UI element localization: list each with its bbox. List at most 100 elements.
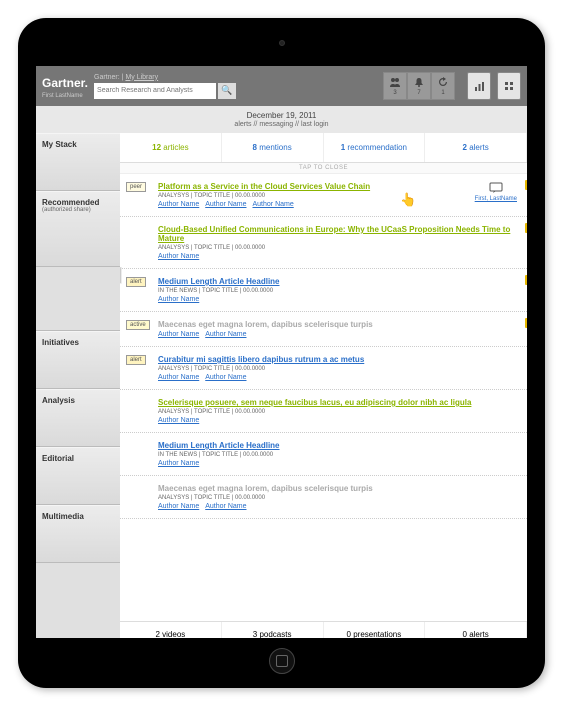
- date-links[interactable]: alerts // messaging // last login: [36, 121, 527, 128]
- author-link[interactable]: Author Name: [253, 201, 294, 208]
- home-button[interactable]: [269, 648, 295, 674]
- brand-block: Gartner. First LastName: [42, 74, 88, 99]
- sidebar-sub: (authorized share): [42, 207, 114, 213]
- tab-recommendation[interactable]: 1 recommendation: [324, 133, 426, 162]
- sidebar: My StackRecommended(authorized share)Ini…: [36, 133, 120, 638]
- refresh-icon: [438, 77, 448, 90]
- article-meta: ANALYSYS | TOPIC TITLE | 00.00.0000: [158, 366, 513, 372]
- sidebar-item-editorial[interactable]: Editorial: [36, 447, 120, 505]
- article-item: Cloud-Based Unified Communications in Eu…: [120, 217, 527, 269]
- article-title[interactable]: Cloud-Based Unified Communications in Eu…: [158, 225, 513, 243]
- sidebar-label: Analysis: [42, 396, 75, 405]
- author-link[interactable]: Author Name: [205, 201, 246, 208]
- header-icon-bell[interactable]: 7: [407, 72, 431, 100]
- article-item: Maecenas eget magna lorem, dapibus scele…: [120, 476, 527, 519]
- tab-articles[interactable]: 12 articles: [120, 133, 222, 162]
- top-tabs: 12 articles8 mentions1 recommendation2 a…: [120, 133, 527, 163]
- chart-icon[interactable]: [467, 72, 491, 100]
- article-badge: alert: [126, 277, 146, 287]
- sidebar-label: Initiatives: [42, 338, 79, 347]
- article-item: alert Curabitur mi sagittis libero dapibu…: [120, 347, 527, 390]
- sidebar-item-initiatives[interactable]: Initiatives: [36, 331, 120, 389]
- article-title[interactable]: Scelerisque posuere, sem neque faucibus …: [158, 398, 513, 407]
- header-icons-right: [461, 72, 521, 100]
- bottom-tabs: 2 videos3 podcasts0 presentations0 alert…: [120, 621, 527, 638]
- header-icon-refresh[interactable]: 1: [431, 72, 455, 100]
- article-authors: Author Name: [158, 296, 513, 303]
- article-title[interactable]: Maecenas eget magna lorem, dapibus scele…: [158, 484, 513, 493]
- header-icon-people[interactable]: 3: [383, 72, 407, 100]
- content: 12 articles8 mentions1 recommendation2 a…: [120, 133, 527, 638]
- author-link[interactable]: Author Name: [158, 374, 199, 381]
- header-icons: 371: [383, 72, 455, 100]
- article-title[interactable]: Platform as a Service in the Cloud Servi…: [158, 182, 513, 191]
- author-link[interactable]: Author Name: [158, 417, 199, 424]
- ipad-frame: Gartner. First LastName Gartner: | My Li…: [18, 18, 545, 688]
- search-icon: 🔍: [221, 85, 232, 96]
- article-item: Scelerisque posuere, sem neque faucibus …: [120, 390, 527, 433]
- article-authors: Author Name Author Name Author Name: [158, 201, 513, 208]
- author-link[interactable]: Author Name: [158, 296, 199, 303]
- author-link[interactable]: Author Name: [205, 503, 246, 510]
- article-item: peerPlatform as a Service in the Cloud S…: [120, 174, 527, 217]
- breadcrumb-link[interactable]: My Library: [125, 74, 158, 81]
- sidebar-item-my-stack[interactable]: My Stack: [36, 133, 120, 191]
- article-badge: alert: [126, 355, 146, 365]
- author-link[interactable]: Author Name: [158, 253, 199, 260]
- tap-to-close[interactable]: TAP TO CLOSE: [120, 163, 527, 174]
- article-authors: Author Name Author Name: [158, 503, 513, 510]
- article-meta: ANALYSYS | TOPIC TITLE | 00.00.0000: [158, 495, 513, 501]
- article-item: alert Medium Length Article Headline IN TH…: [120, 269, 527, 312]
- pin-icon: [525, 318, 527, 328]
- author-link[interactable]: Author Name: [158, 503, 199, 510]
- author-link[interactable]: Author Name: [158, 331, 199, 338]
- sidebar-item-recommended[interactable]: Recommended(authorized share): [36, 191, 120, 267]
- sidebar-gap: [36, 267, 120, 331]
- date-text: December 19, 2011: [36, 111, 527, 120]
- article-meta: ANALYSYS | TOPIC TITLE | 00.00.0000: [158, 245, 513, 251]
- author-link[interactable]: Author Name: [205, 374, 246, 381]
- bottom-tab-alerts[interactable]: 0 alerts: [425, 622, 527, 638]
- pin-icon: [525, 180, 527, 190]
- sidebar-item-analysis[interactable]: Analysis: [36, 389, 120, 447]
- sidebar-label: Recommended: [42, 198, 99, 207]
- author-link[interactable]: Author Name: [205, 331, 246, 338]
- article-title[interactable]: Medium Length Article Headline: [158, 441, 513, 450]
- article-meta: IN THE NEWS | TOPIC TITLE | 00.00.0000: [158, 288, 513, 294]
- bottom-tab-podcasts[interactable]: 3 podcasts: [222, 622, 324, 638]
- article-authors: Author Name: [158, 253, 513, 260]
- tab-alerts[interactable]: 2 alerts: [425, 133, 527, 162]
- pin-icon: [525, 275, 527, 285]
- pin-icon: [525, 223, 527, 233]
- search-input[interactable]: [94, 83, 216, 99]
- author-link[interactable]: Author Name: [158, 460, 199, 467]
- bottom-tab-presentations[interactable]: 0 presentations: [324, 622, 426, 638]
- article-title[interactable]: Maecenas eget magna lorem, dapibus scele…: [158, 320, 513, 329]
- sidebar-item-multimedia[interactable]: Multimedia: [36, 505, 120, 563]
- article-authors: Author Name Author Name: [158, 331, 513, 338]
- author-link[interactable]: Author Name: [158, 201, 199, 208]
- search-wrap: 🔍: [94, 83, 377, 99]
- brand-user: First LastName: [42, 93, 88, 99]
- screen: Gartner. First LastName Gartner: | My Li…: [36, 66, 527, 638]
- grid-icon[interactable]: [497, 72, 521, 100]
- article-title[interactable]: Curabitur mi sagittis libero dapibus rut…: [158, 355, 513, 364]
- chat-icon: [489, 182, 503, 194]
- camera-dot: [279, 40, 285, 46]
- bottom-tab-videos[interactable]: 2 videos: [120, 622, 222, 638]
- article-authors: Author Name: [158, 460, 513, 467]
- article-item: Medium Length Article Headline IN THE NEW…: [120, 433, 527, 476]
- search-button[interactable]: 🔍: [218, 83, 236, 99]
- article-feed: peerPlatform as a Service in the Cloud S…: [120, 174, 527, 621]
- sidebar-label: Multimedia: [42, 512, 84, 521]
- article-badge: active: [126, 320, 150, 330]
- main: My StackRecommended(authorized share)Ini…: [36, 133, 527, 638]
- share-widget[interactable]: First, LastName: [475, 182, 517, 202]
- article-meta: IN THE NEWS | TOPIC TITLE | 00.00.0000: [158, 452, 513, 458]
- article-item: active Maecenas eget magna lorem, dapibus…: [120, 312, 527, 347]
- bell-icon: [414, 77, 424, 90]
- article-meta: ANALYSYS | TOPIC TITLE | 00.00.0000: [158, 193, 513, 199]
- tab-mentions[interactable]: 8 mentions: [222, 133, 324, 162]
- article-title[interactable]: Medium Length Article Headline: [158, 277, 513, 286]
- app-header: Gartner. First LastName Gartner: | My Li…: [36, 66, 527, 106]
